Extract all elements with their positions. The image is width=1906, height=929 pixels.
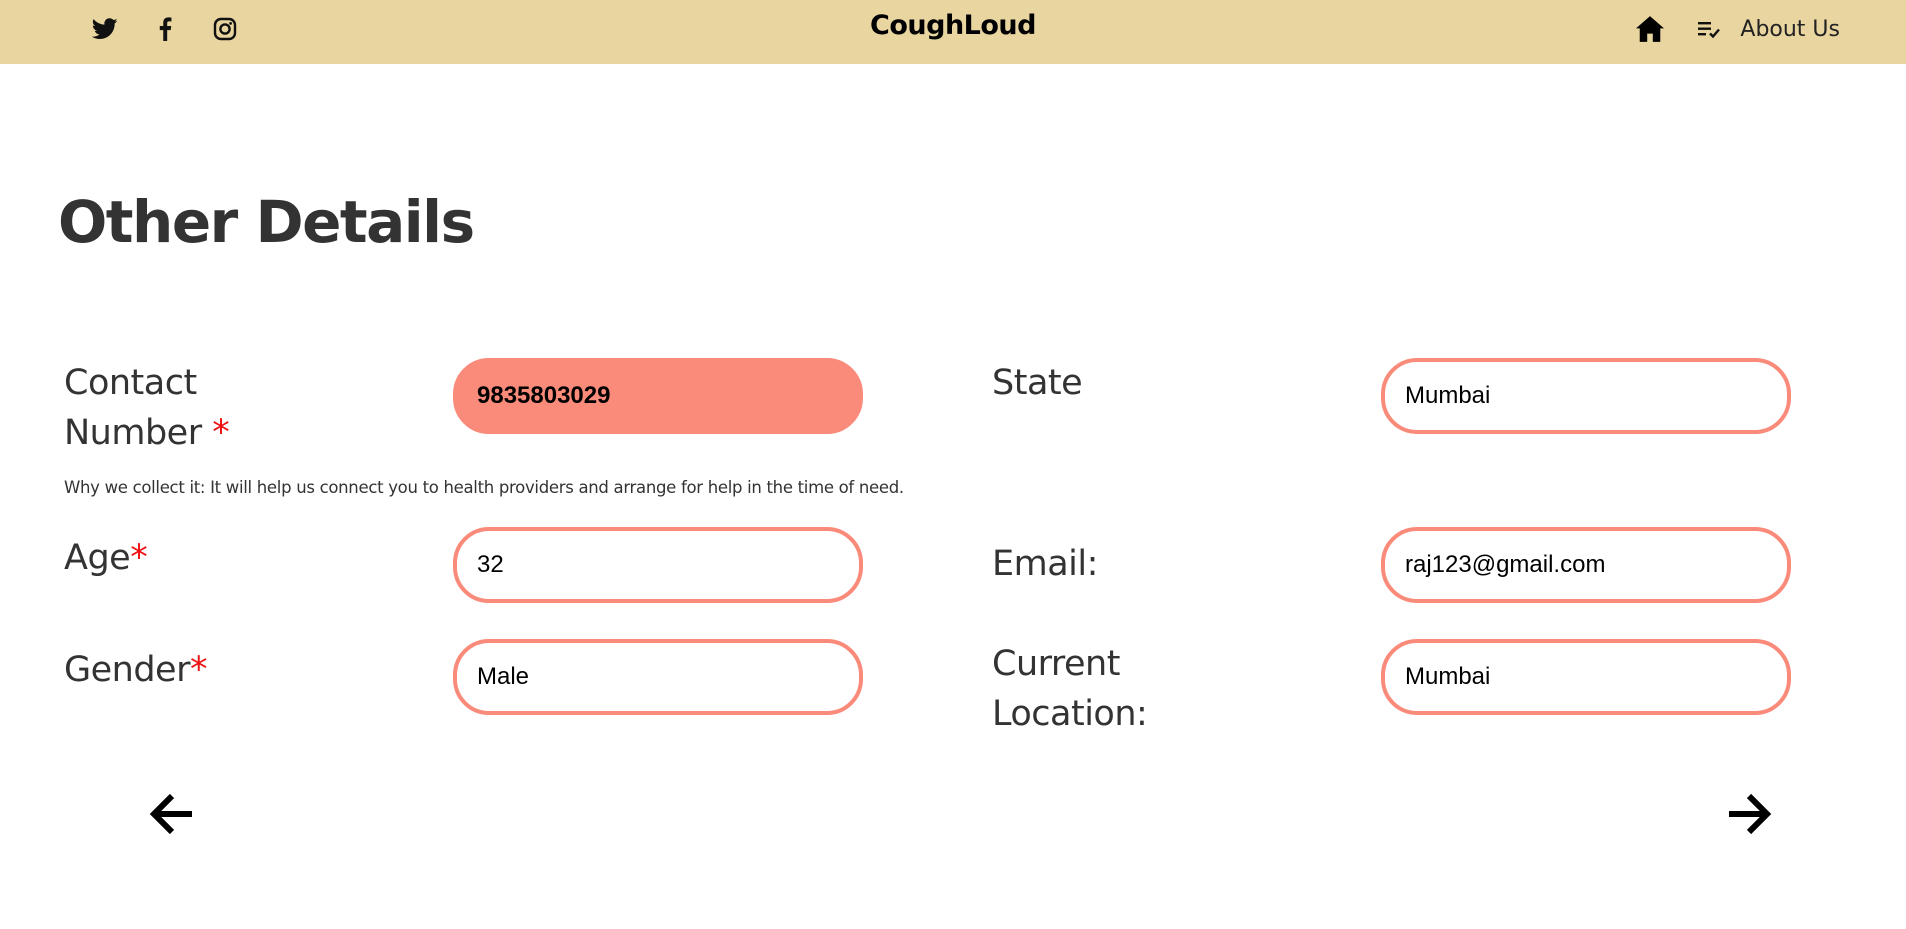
next-button[interactable]: [1723, 790, 1775, 842]
state-label: State: [992, 358, 1083, 408]
back-button[interactable]: [146, 790, 198, 842]
gender-label: Gender*: [64, 645, 207, 695]
about-us-link[interactable]: About Us: [1740, 17, 1840, 42]
state-label-text: State: [992, 363, 1083, 403]
brand-logo-text[interactable]: CoughLoud: [870, 10, 1036, 41]
required-asterisk: *: [212, 413, 230, 453]
age-input[interactable]: [453, 527, 863, 603]
required-asterisk: *: [189, 650, 208, 690]
gender-input[interactable]: [453, 639, 863, 715]
contact-label-line2: Number: [64, 413, 202, 453]
location-label-line1: Current: [992, 644, 1120, 684]
email-label: Email:: [992, 539, 1098, 589]
contact-hint-text: Why we collect it: It will help us conne…: [64, 478, 904, 497]
state-input[interactable]: [1381, 358, 1791, 434]
page-title: Other Details: [58, 188, 475, 256]
current-location-label: Current Location:: [992, 639, 1148, 739]
gender-label-text: Gender: [64, 650, 190, 690]
age-label-text: Age: [64, 538, 131, 578]
playlist-check-icon[interactable]: [1694, 13, 1726, 45]
nav-right-links: About Us: [1634, 0, 1840, 58]
email-label-text: Email:: [992, 544, 1098, 584]
contact-number-input[interactable]: [453, 358, 863, 434]
arrow-right-icon: [1725, 792, 1773, 841]
arrow-left-icon: [148, 792, 196, 841]
brand-area: CoughLoud: [0, 10, 1906, 41]
top-navbar: CoughLoud About Us: [0, 0, 1906, 64]
email-input[interactable]: [1381, 527, 1791, 603]
age-label: Age*: [64, 533, 148, 583]
contact-number-label: Contact Number *: [64, 358, 230, 458]
contact-label-line1: Contact: [64, 363, 197, 403]
current-location-input[interactable]: [1381, 639, 1791, 715]
required-asterisk: *: [130, 538, 148, 578]
home-icon[interactable]: [1634, 13, 1666, 45]
location-label-line2: Location:: [992, 694, 1148, 734]
